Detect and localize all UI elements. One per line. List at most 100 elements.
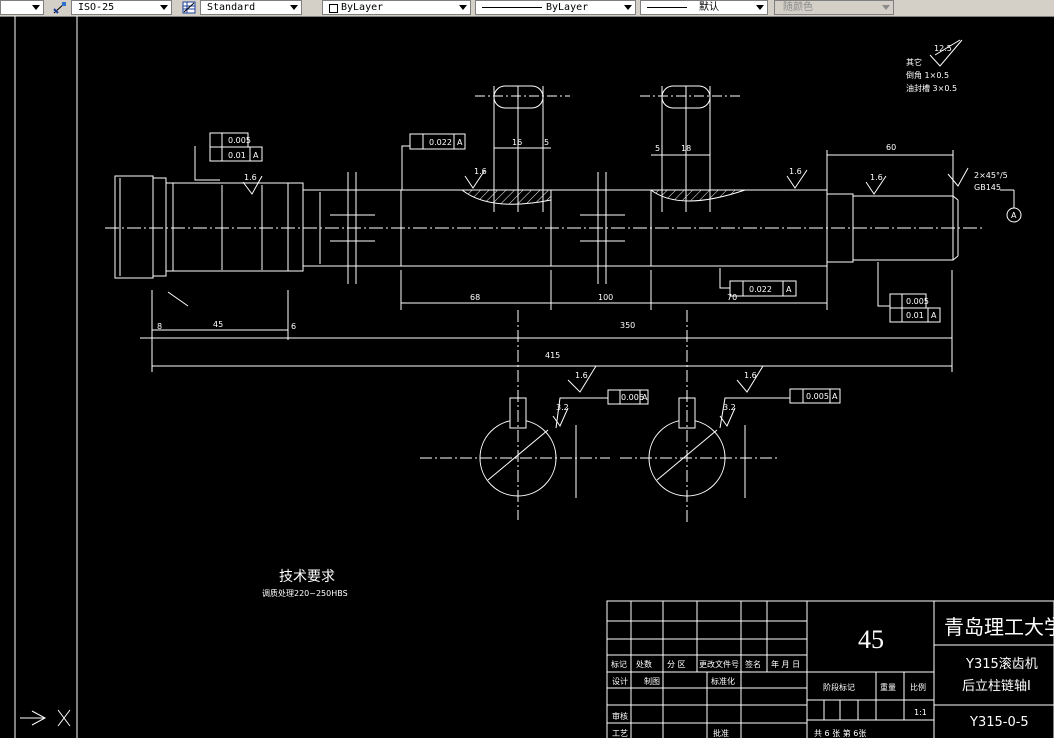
lineweight-value: 默认	[699, 2, 719, 13]
note-line-1: 其它	[906, 57, 922, 67]
dim-length-70: 70	[727, 293, 737, 302]
ratio-header: 比例	[910, 682, 926, 692]
chevron-down-icon	[624, 5, 632, 10]
datum-a-label: A	[1011, 211, 1017, 220]
chevron-down-icon	[32, 5, 40, 10]
dim-length-350: 350	[620, 321, 635, 330]
header-docno: 更改文件号	[699, 659, 739, 669]
scale-value: 1:1	[914, 708, 927, 717]
color-dropdown[interactable]: ByLayer	[322, 0, 471, 15]
header-date: 年 月 日	[771, 659, 800, 669]
dim-length-total: 415	[545, 351, 560, 360]
roughness-r4: 1.6	[244, 173, 257, 182]
dimension-style-icon[interactable]	[53, 1, 67, 14]
dim-key1-width: 16	[512, 138, 522, 147]
tol-sym-right: 0.005	[806, 392, 829, 401]
leaders	[167, 39, 1015, 429]
dimstyle-value: ISO-25	[78, 2, 115, 13]
chevron-down-icon	[756, 5, 764, 10]
tablestyle-dropdown[interactable]: Standard	[200, 0, 302, 15]
properties-toolbar: ISO-25 Standard ByLayer ByLayer 默认 随颜色	[0, 0, 1054, 17]
header-approve: 批准	[713, 728, 729, 738]
material-label: 45	[858, 625, 884, 654]
color-swatch-icon	[329, 4, 338, 13]
keyway-hatch-left	[460, 189, 552, 205]
table-style-icon[interactable]	[182, 1, 196, 14]
header-count: 处数	[636, 659, 652, 669]
roughness-r8: 3.2	[723, 403, 736, 412]
tol-runout-mid-datum: A	[457, 138, 463, 147]
plotstyle-dropdown: 随颜色	[774, 0, 894, 15]
stage-header: 阶段标记	[823, 682, 855, 692]
roughness-r5: 1.6	[575, 371, 588, 380]
tol-sym-right-datum: A	[832, 392, 838, 401]
chevron-down-icon	[290, 5, 298, 10]
color-value: ByLayer	[341, 2, 384, 13]
dim-key2-width: 18	[681, 144, 691, 153]
section-right	[620, 310, 780, 525]
header-process: 工艺	[612, 729, 628, 738]
roughness-r2: 1.6	[789, 167, 802, 176]
header-sign: 签名	[745, 659, 761, 669]
header-check: 审核	[612, 711, 628, 721]
gb-note: GB145	[974, 183, 1001, 192]
tol-runout-right-bottom: 0.022	[749, 285, 772, 294]
header-mark: 标记	[611, 659, 627, 669]
drawing-number: Y315-0-5	[969, 715, 1029, 730]
dim-length-6: 6	[291, 322, 296, 331]
header-drawn: 制图	[644, 676, 660, 686]
drawing-canvas[interactable]: 12.5 其它 倒角 1×0.5 油封槽 3×0.5 0.005 0.01 A …	[0, 16, 1054, 738]
note-line-2: 倒角 1×0.5	[906, 70, 949, 80]
tol-runout-left-datum: A	[253, 151, 259, 160]
keyway-hatch-right	[649, 189, 746, 202]
header-standard: 标准化	[711, 676, 735, 686]
tol-sym-left: 0.006	[621, 393, 644, 402]
lineweight-dropdown[interactable]: 默认	[640, 0, 768, 15]
tol-runout-right-b-datum: A	[931, 311, 937, 320]
dim-length-8: 8	[157, 322, 162, 331]
weight-header: 重量	[880, 682, 896, 692]
tol-runout-left-top: 0.005	[228, 136, 251, 145]
roughness-r3: 1.6	[870, 173, 883, 182]
line-sample-icon	[482, 7, 542, 8]
roughness-r1: 1.6	[474, 167, 487, 176]
header-design: 设计	[612, 676, 628, 686]
tol-runout-right-b: 0.01	[906, 311, 924, 320]
dim-length-68: 68	[470, 293, 480, 302]
tol-sym-left-datum: A	[642, 393, 648, 402]
sheet-info: 共 6 张 第 6张	[814, 728, 866, 738]
tablestyle-value: Standard	[207, 2, 256, 13]
tol-runout-mid: 0.022	[429, 138, 452, 147]
layer-dropdown[interactable]	[0, 0, 44, 15]
dim-end-length: 60	[886, 143, 896, 152]
note-line-3: 油封槽 3×0.5	[906, 83, 957, 93]
tech-requirements-text: 调质处理220~250HBS	[262, 588, 348, 598]
chevron-down-icon	[459, 5, 467, 10]
tolerance-frames	[209, 132, 941, 405]
chevron-down-icon	[882, 5, 890, 10]
linetype-value: ByLayer	[546, 2, 589, 13]
part-name-line1: Y315滚齿机	[965, 656, 1038, 672]
dimstyle-dropdown[interactable]: ISO-25	[71, 0, 172, 15]
tol-runout-right-bottom-datum: A	[786, 285, 792, 294]
header-zone: 分 区	[667, 660, 686, 669]
section-left	[420, 310, 610, 520]
tech-requirements-title: 技术要求	[279, 569, 335, 585]
tol-runout-right-a: 0.005	[906, 297, 929, 306]
plotstyle-value: 随颜色	[783, 2, 813, 13]
chevron-down-icon	[160, 5, 168, 10]
linetype-dropdown[interactable]: ByLayer	[475, 0, 636, 15]
tol-runout-left-bottom: 0.01	[228, 151, 246, 160]
roughness-value: 12.5	[934, 44, 952, 53]
dim-length-45: 45	[213, 320, 223, 329]
chamfer-note: 2×45°/5	[974, 171, 1008, 180]
part-name-line2: 后立柱链轴I	[962, 679, 1031, 694]
line-sample-icon	[647, 7, 687, 8]
dim-length-100: 100	[598, 293, 613, 302]
roughness-r7: 1.6	[744, 371, 757, 380]
dim-key1-gap: 5	[544, 138, 549, 147]
dim-key2-gap: 5	[655, 144, 660, 153]
roughness-r6: 3.2	[556, 403, 569, 412]
school-name: 青岛理工大学	[944, 615, 1054, 639]
ucs-icon	[20, 709, 71, 727]
